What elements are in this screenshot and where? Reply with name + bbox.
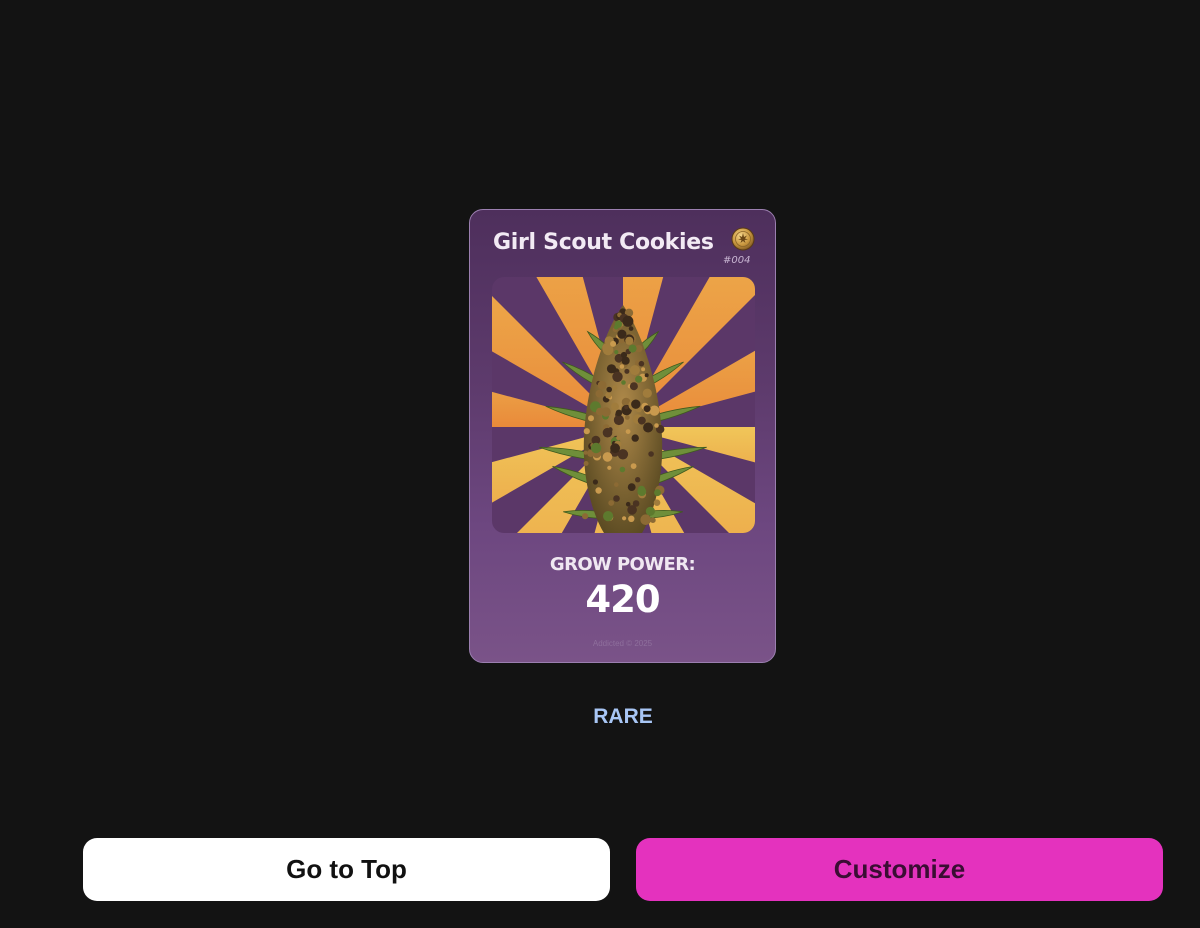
card-footer: Addicted © 2025	[592, 639, 653, 648]
customize-button[interactable]: Customize	[636, 838, 1163, 901]
strain-card[interactable]: Girl Scout Cookies #004 GROW POWER: 420 …	[469, 209, 776, 663]
cannabis-bud-sunburst-image	[492, 277, 755, 533]
stat-value: 420	[585, 578, 660, 621]
stat-label: GROW POWER:	[549, 554, 696, 575]
coin-leaf-icon	[731, 227, 755, 251]
go-to-top-button[interactable]: Go to Top	[83, 838, 610, 901]
card-title: Girl Scout Cookies	[493, 230, 714, 255]
page: Girl Scout Cookies #004 GROW POWER: 420 …	[0, 0, 1200, 928]
card-number: #004	[723, 255, 751, 266]
rarity-label: RARE	[593, 705, 653, 728]
